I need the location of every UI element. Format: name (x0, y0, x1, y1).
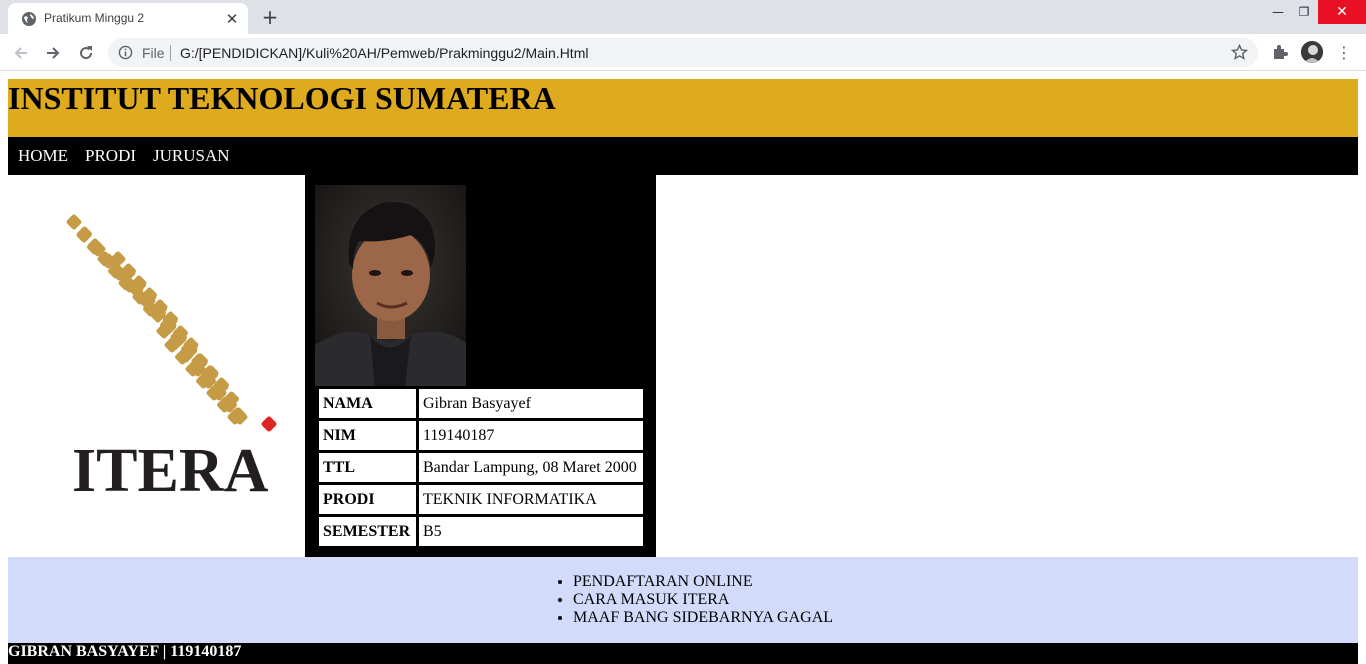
info-icon[interactable] (118, 45, 133, 60)
page-header: INSTITUT TEKNOLOGI SUMATERA (8, 79, 1358, 137)
avatar-icon (1301, 41, 1323, 63)
itera-logo-graphic: ITERA (66, 214, 277, 505)
profile-avatar[interactable] (1301, 41, 1323, 63)
window-close-button[interactable]: ✕ (1318, 0, 1366, 24)
new-tab-button[interactable]: + (256, 5, 284, 29)
sidebar-item-maaf[interactable]: MAAF BANG SIDEBARNYA GAGAL (573, 609, 833, 627)
browser-menu-icon[interactable]: ⋮ (1334, 40, 1354, 64)
profile-value-semester: B5 (419, 517, 643, 546)
profile-key-prodi: PRODI (319, 485, 416, 514)
page-title: INSTITUT TEKNOLOGI SUMATERA (8, 80, 556, 116)
bookmark-star-icon[interactable] (1231, 44, 1248, 61)
profile-photo (315, 185, 466, 386)
sidebar-item-pendaftaran[interactable]: PENDAFTARAN ONLINE (573, 573, 833, 591)
forward-arrow-icon (47, 47, 60, 59)
nav-link-prodi[interactable]: PRODI (85, 146, 136, 166)
logo-text: ITERA (72, 437, 269, 505)
profile-value-nim: 119140187 (419, 421, 643, 450)
profile-key-nama: NAMA (319, 389, 416, 418)
page-footer: GIBRAN BASYAYEF | 119140187 (8, 643, 1358, 664)
profile-key-nim: NIM (319, 421, 416, 450)
sidebar: PENDAFTARAN ONLINE CARA MASUK ITERA MAAF… (8, 557, 1358, 643)
sidebar-item-cara-masuk[interactable]: CARA MASUK ITERA (573, 591, 833, 609)
profile-value-ttl: Bandar Lampung, 08 Maret 2000 (419, 453, 643, 482)
logo-accent-tile (261, 416, 277, 432)
profile-value-nama: Gibran Basyayef (419, 389, 643, 418)
profile-table: NAMA Gibran Basyayef NIM 119140187 TTL B… (316, 386, 646, 549)
extensions-puzzle-icon[interactable] (1270, 42, 1290, 62)
profile-card: NAMA Gibran Basyayef NIM 119140187 TTL B… (305, 175, 656, 557)
back-arrow-icon (14, 47, 27, 59)
tab-close-icon[interactable]: ✕ (222, 9, 242, 29)
profile-key-semester: SEMESTER (319, 517, 416, 546)
nav-link-home[interactable]: HOME (18, 146, 68, 166)
reload-button[interactable] (73, 40, 99, 66)
logo-tiles (66, 214, 277, 432)
logo-tile (76, 227, 92, 243)
url-separator (170, 45, 171, 61)
url-scheme-label: File (142, 45, 165, 61)
table-row: TTL Bandar Lampung, 08 Maret 2000 (319, 453, 643, 482)
browser-tab[interactable]: Pratikum Minggu 2 ✕ (8, 3, 248, 34)
profile-value-prodi: TEKNIK INFORMATIKA (419, 485, 643, 514)
nav-link-jurusan[interactable]: JURUSAN (153, 146, 230, 166)
itera-logo: ITERA (8, 175, 305, 557)
forward-button[interactable] (40, 40, 66, 66)
browser-tab-bar: Pratikum Minggu 2 ✕ + — ❐ ✕ (0, 0, 1366, 34)
url-text[interactable]: G:/[PENDIDICKAN]/Kuli%20AH/Pemweb/Prakmi… (180, 45, 588, 61)
sidebar-list: PENDAFTARAN ONLINE CARA MASUK ITERA MAAF… (573, 573, 833, 627)
top-navigation: HOME PRODI JURUSAN (8, 137, 1358, 175)
browser-toolbar: File G:/[PENDIDICKAN]/Kuli%20AH/Pemweb/P… (0, 34, 1366, 71)
table-row: NAMA Gibran Basyayef (319, 389, 643, 418)
address-bar[interactable]: File G:/[PENDIDICKAN]/Kuli%20AH/Pemweb/P… (108, 38, 1258, 67)
logo-tile (66, 214, 82, 230)
table-row: PRODI TEKNIK INFORMATIKA (319, 485, 643, 514)
person-photo-icon (315, 185, 466, 386)
profile-key-ttl: TTL (319, 453, 416, 482)
table-row: SEMESTER B5 (319, 517, 643, 546)
footer-text: GIBRAN BASYAYEF | 119140187 (8, 643, 242, 660)
globe-icon (22, 12, 36, 26)
back-button[interactable] (8, 40, 34, 66)
table-row: NIM 119140187 (319, 421, 643, 450)
reload-icon (80, 46, 93, 60)
tab-title: Pratikum Minggu 2 (44, 11, 145, 25)
